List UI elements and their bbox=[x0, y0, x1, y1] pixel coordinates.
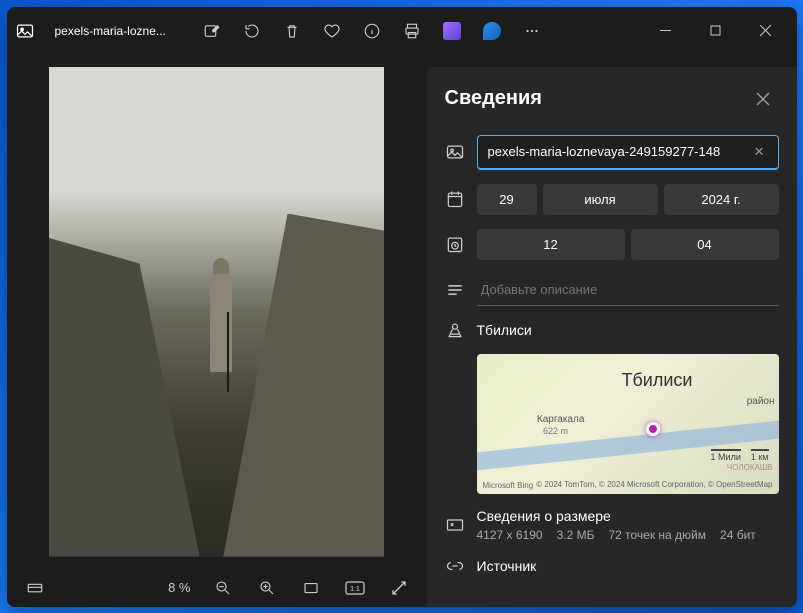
clear-filename-button[interactable]: ✕ bbox=[751, 144, 768, 160]
date-month[interactable]: июля bbox=[543, 184, 658, 215]
location-icon bbox=[445, 320, 465, 340]
calendar-icon bbox=[445, 189, 465, 209]
filmstrip-button[interactable] bbox=[19, 572, 51, 604]
edit-button[interactable] bbox=[194, 13, 230, 49]
date-day[interactable]: 29 bbox=[477, 184, 537, 215]
size-dpi: 72 точек на дюйм bbox=[608, 528, 706, 542]
zoom-percent: 8 % bbox=[168, 580, 190, 595]
map-street-label: ЧОЛОКАШВ bbox=[727, 463, 773, 472]
description-input[interactable] bbox=[477, 274, 779, 306]
location-map[interactable]: Тбилиси Каргакала 622 m район 1 Мили 1 к… bbox=[477, 354, 779, 494]
fullscreen-button[interactable] bbox=[383, 572, 415, 604]
time-minute[interactable]: 04 bbox=[631, 229, 779, 260]
map-elev-label: 622 m bbox=[543, 426, 568, 436]
map-district-label: район bbox=[747, 396, 775, 407]
clock-icon bbox=[445, 234, 465, 254]
size-details: 4127 x 6190 3.2 МБ 72 точек на дюйм 24 б… bbox=[477, 528, 779, 542]
more-button[interactable] bbox=[514, 13, 550, 49]
filename-input[interactable] bbox=[488, 144, 751, 159]
image-viewer: 8 % 1:1 bbox=[7, 55, 427, 607]
info-panel: Сведения ✕ 29 июля 2024 г. bbox=[427, 67, 797, 607]
clipchamp-button[interactable] bbox=[434, 13, 470, 49]
onedrive-button[interactable] bbox=[474, 13, 510, 49]
size-title: Сведения о размере bbox=[477, 508, 779, 524]
close-button[interactable] bbox=[743, 15, 789, 47]
zoom-out-button[interactable] bbox=[207, 572, 239, 604]
map-scale: 1 Мили 1 км bbox=[711, 449, 769, 462]
photo-preview bbox=[49, 67, 384, 557]
source-title: Источник bbox=[477, 558, 537, 574]
map-area-label: Каргакала bbox=[537, 414, 585, 425]
actual-size-button[interactable]: 1:1 bbox=[339, 572, 371, 604]
close-panel-button[interactable] bbox=[747, 83, 779, 115]
map-pin-icon bbox=[646, 422, 660, 436]
favorite-button[interactable] bbox=[314, 13, 350, 49]
description-icon bbox=[445, 280, 465, 300]
size-filesize: 3.2 МБ bbox=[557, 528, 595, 542]
titlebar: pexels-maria-lozne... bbox=[7, 7, 797, 55]
location-label: Тбилиси bbox=[477, 322, 532, 338]
zoom-in-button[interactable] bbox=[251, 572, 283, 604]
print-button[interactable] bbox=[394, 13, 430, 49]
app-icon bbox=[15, 21, 35, 41]
app-window: pexels-maria-lozne... bbox=[7, 7, 797, 607]
map-city-label: Тбилиси bbox=[621, 370, 692, 391]
filename-label: pexels-maria-lozne... bbox=[55, 24, 166, 38]
svg-text:1:1: 1:1 bbox=[350, 586, 360, 593]
panel-title: Сведения bbox=[445, 87, 542, 110]
time-hour[interactable]: 12 bbox=[477, 229, 625, 260]
image-icon bbox=[445, 142, 465, 162]
size-depth: 24 бит bbox=[720, 528, 756, 542]
image-canvas[interactable] bbox=[7, 55, 427, 569]
size-dims: 4127 x 6190 bbox=[477, 528, 543, 542]
size-icon bbox=[445, 515, 465, 535]
rotate-button[interactable] bbox=[234, 13, 270, 49]
date-year[interactable]: 2024 г. bbox=[664, 184, 779, 215]
viewer-footer: 8 % 1:1 bbox=[7, 569, 427, 607]
minimize-button[interactable] bbox=[643, 15, 689, 47]
link-icon bbox=[445, 556, 465, 576]
map-attribution: © 2024 TomTom, © 2024 Microsoft Corporat… bbox=[536, 480, 772, 490]
map-brand: Microsoft Bing bbox=[483, 481, 534, 490]
fit-button[interactable] bbox=[295, 572, 327, 604]
delete-button[interactable] bbox=[274, 13, 310, 49]
filename-input-wrapper: ✕ bbox=[477, 135, 779, 170]
info-button[interactable] bbox=[354, 13, 390, 49]
maximize-button[interactable] bbox=[693, 15, 739, 47]
